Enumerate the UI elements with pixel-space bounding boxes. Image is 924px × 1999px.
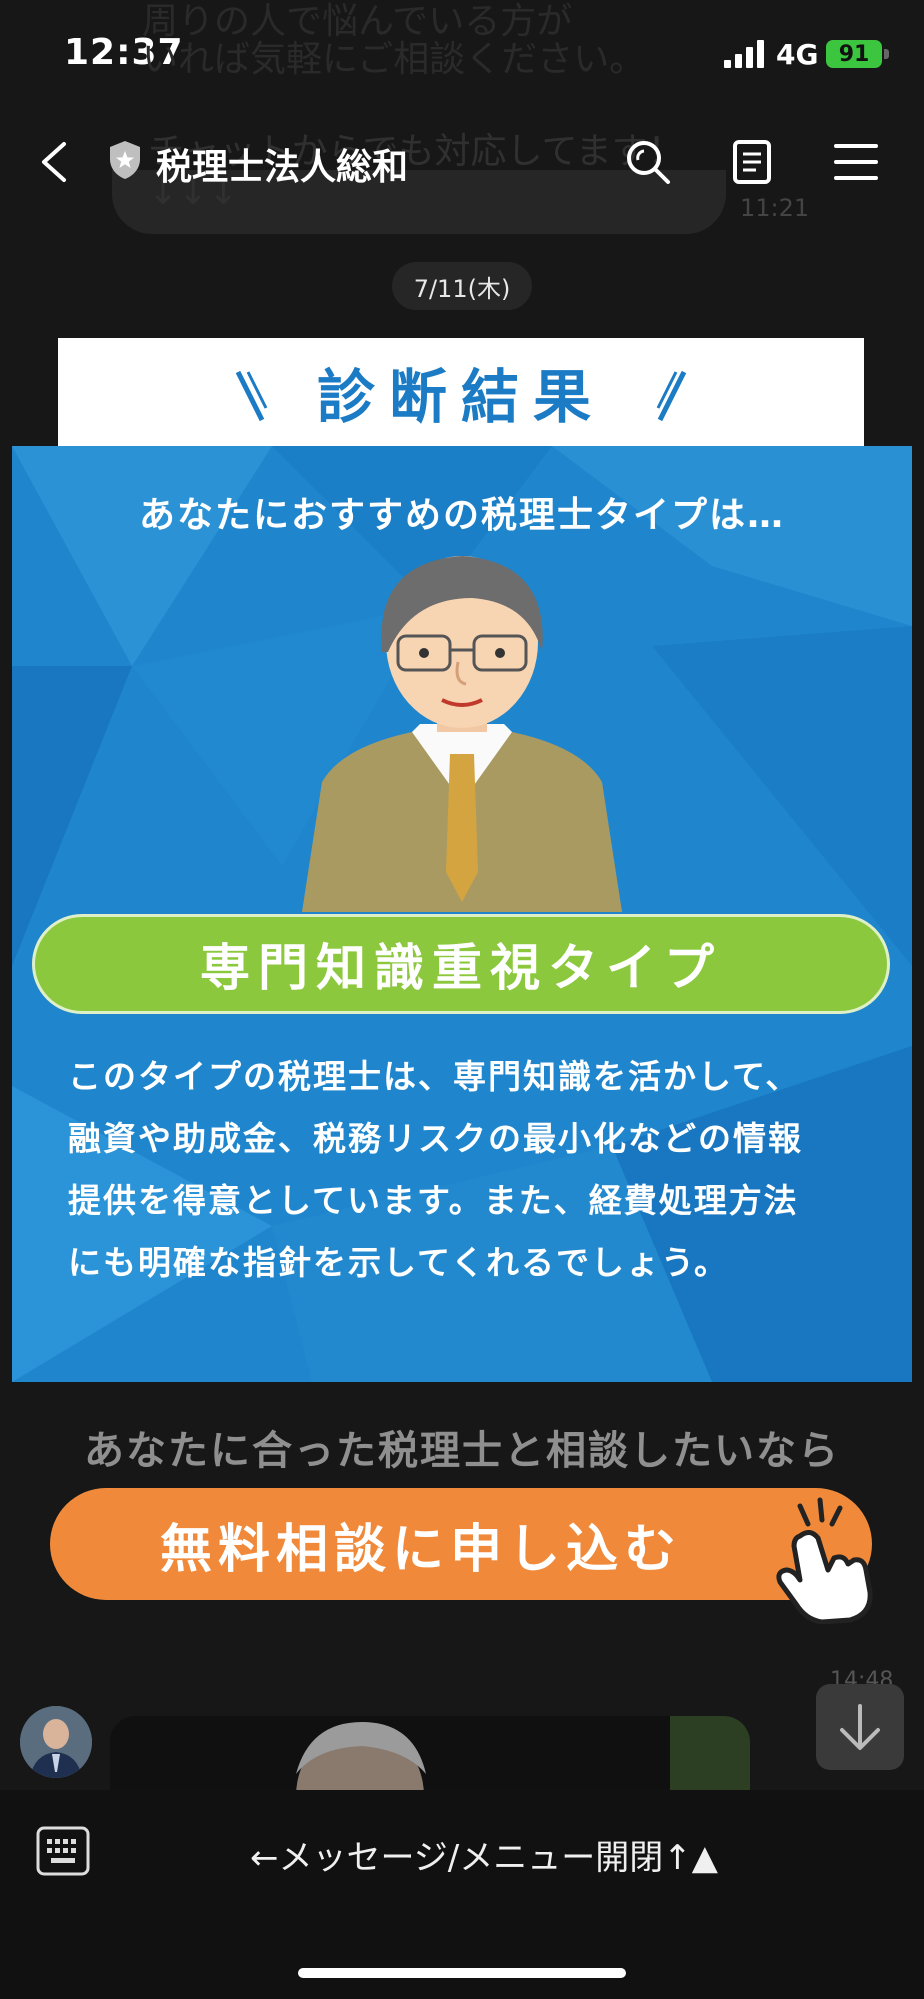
description-line: にも明確な指針を示してくれるでしょう。: [68, 1243, 730, 1282]
sender-avatar[interactable]: [20, 1706, 92, 1778]
description-line: 提供を得意としています。また、経費処理方法: [68, 1181, 799, 1220]
previous-message-line: いれば気軽にご相談ください。: [142, 39, 646, 80]
person-avatar-icon: [20, 1706, 92, 1778]
result-lead-text: あなたにおすすめの税理士タイプは…: [138, 495, 785, 536]
decor-slash-icon: [656, 370, 687, 422]
date-separator: 7/11(木): [392, 262, 532, 310]
diagnosis-card-header[interactable]: 診断結果: [58, 338, 864, 446]
tax-accountant-illustration: [302, 556, 622, 912]
battery-icon: 91: [826, 40, 882, 68]
image-message[interactable]: [110, 1716, 750, 1796]
arrow-down-icon: [840, 1704, 880, 1750]
result-type-label: 専門知識重視タイプ: [32, 914, 890, 1014]
result-description: このタイプの税理士は、専門知識を活かして、 融資や助成金、税務リスクの最小化など…: [68, 1046, 878, 1294]
scroll-to-bottom-button[interactable]: [816, 1684, 904, 1770]
cta-subtitle: あなたに合った税理士と相談したいなら: [84, 1428, 840, 1474]
diagnosis-result-panel[interactable]: あなたにおすすめの税理士タイプは… 専門知識重視タイプ このタイプの税理士は、専…: [12, 446, 912, 1382]
keyboard-icon[interactable]: [36, 1826, 90, 1876]
battery-nub: [884, 49, 889, 59]
description-line: このタイプの税理士は、専門知識を活かして、: [68, 1057, 801, 1096]
notes-icon[interactable]: [728, 138, 776, 186]
verified-shield-icon: [110, 141, 140, 179]
search-icon[interactable]: [624, 138, 672, 186]
back-icon[interactable]: [36, 140, 72, 184]
person-photo: [110, 1716, 750, 1796]
diagnosis-title: 診断結果: [316, 363, 605, 431]
pointing-hand-icon: [776, 1497, 873, 1624]
home-indicator[interactable]: [298, 1968, 626, 1978]
message-timestamp: 11:21: [740, 194, 810, 222]
description-line: 融資や助成金、税務リスクの最小化などの情報: [68, 1119, 803, 1158]
battery-level: 91: [838, 41, 870, 67]
network-label: 4G: [776, 38, 819, 71]
menu-icon[interactable]: [832, 138, 880, 186]
signal-icon: [724, 40, 764, 68]
free-consultation-button[interactable]: 無料相談に申し込む: [50, 1488, 872, 1600]
rich-menu-toggle[interactable]: ←メッセージ/メニュー開閉↑▲: [250, 1830, 718, 1879]
chat-title: 税理士法人総和: [156, 147, 409, 188]
